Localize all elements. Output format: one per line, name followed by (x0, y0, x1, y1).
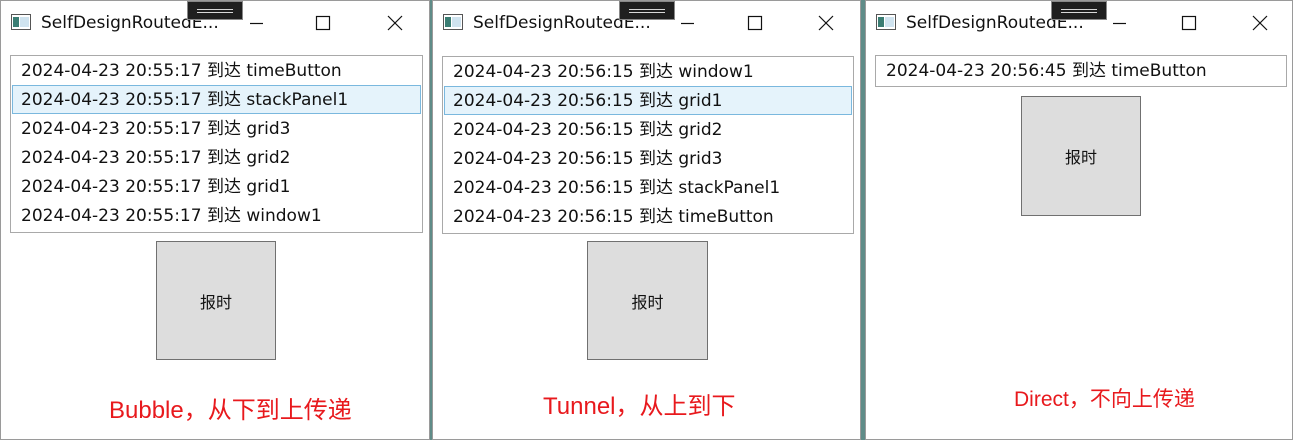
event-listbox[interactable]: 2024-04-23 20:55:17 到达 timeButton 2024-0… (10, 55, 423, 233)
app-window-direct: SelfDesignRoutedE... 2024-04-23 20:56:45… (865, 0, 1293, 440)
drag-grip[interactable] (619, 1, 675, 20)
event-listbox[interactable]: 2024-04-23 20:56:15 到达 window1 2024-04-2… (442, 56, 854, 234)
list-item[interactable]: 2024-04-23 20:56:15 到达 grid3 (444, 144, 852, 173)
event-listbox[interactable]: 2024-04-23 20:56:45 到达 timeButton (875, 55, 1287, 87)
list-item-selected[interactable]: 2024-04-23 20:56:15 到达 grid1 (444, 86, 852, 115)
title-bar[interactable]: SelfDesignRoutedE... (433, 1, 860, 45)
title-bar[interactable]: SelfDesignRoutedE... (866, 1, 1292, 45)
window-app-icon (443, 14, 463, 34)
app-window-tunnel: SelfDesignRoutedE... 2024-04-23 20:56:15… (432, 0, 861, 440)
maximize-icon[interactable] (743, 11, 767, 35)
close-icon[interactable] (814, 11, 838, 35)
window-app-icon (876, 14, 896, 34)
time-button[interactable]: 报时 (156, 241, 276, 360)
bubble-caption: Bubble，从下到上传递 (109, 397, 352, 424)
window-app-icon (11, 14, 31, 34)
list-item[interactable]: 2024-04-23 20:56:45 到达 timeButton (877, 56, 1285, 85)
list-item[interactable]: 2024-04-23 20:56:15 到达 grid2 (444, 115, 852, 144)
minimize-icon[interactable] (245, 11, 269, 35)
close-icon[interactable] (1248, 11, 1272, 35)
title-bar[interactable]: SelfDesignRoutedE... (1, 1, 429, 45)
list-item[interactable]: 2024-04-23 20:56:15 到达 timeButton (444, 202, 852, 231)
list-item-selected[interactable]: 2024-04-23 20:55:17 到达 stackPanel1 (12, 85, 421, 114)
app-window-bubble: SelfDesignRoutedE... 2024-04-23 20:55:17… (0, 0, 430, 440)
list-item[interactable]: 2024-04-23 20:55:17 到达 grid1 (12, 172, 421, 201)
drag-grip[interactable] (187, 1, 243, 20)
drag-grip[interactable] (1051, 1, 1107, 20)
direct-caption: Direct，不向上传递 (1014, 388, 1195, 411)
list-item[interactable]: 2024-04-23 20:56:15 到达 window1 (444, 57, 852, 86)
list-item[interactable]: 2024-04-23 20:56:15 到达 stackPanel1 (444, 173, 852, 202)
list-item[interactable]: 2024-04-23 20:55:17 到达 window1 (12, 201, 421, 230)
close-icon[interactable] (383, 11, 407, 35)
list-item[interactable]: 2024-04-23 20:55:17 到达 timeButton (12, 56, 421, 85)
tunnel-caption: Tunnel，从上到下 (543, 393, 736, 420)
list-item[interactable]: 2024-04-23 20:55:17 到达 grid2 (12, 143, 421, 172)
time-button[interactable]: 报时 (587, 241, 708, 360)
maximize-icon[interactable] (311, 11, 335, 35)
time-button[interactable]: 报时 (1021, 96, 1141, 216)
list-item[interactable]: 2024-04-23 20:55:17 到达 grid3 (12, 114, 421, 143)
minimize-icon[interactable] (676, 11, 700, 35)
maximize-icon[interactable] (1177, 11, 1201, 35)
minimize-icon[interactable] (1108, 11, 1132, 35)
